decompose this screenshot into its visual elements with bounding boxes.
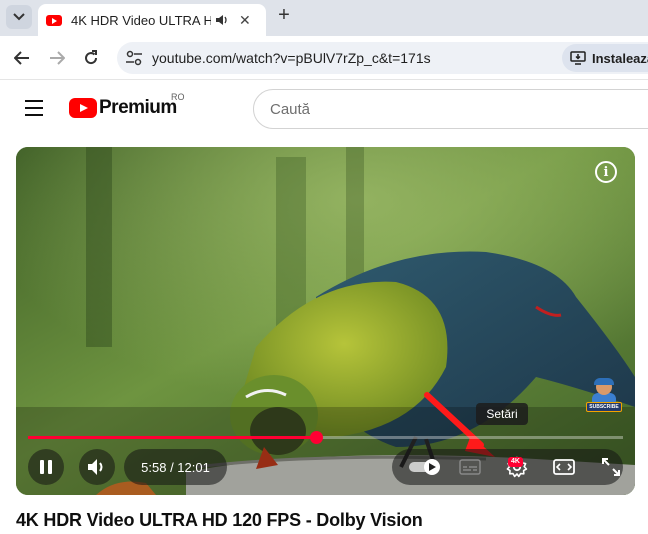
youtube-favicon-icon: [46, 14, 62, 26]
search-placeholder: Caută: [270, 101, 311, 118]
country-code: RO: [171, 92, 185, 102]
pause-button[interactable]: [28, 449, 64, 485]
pause-icon: [40, 460, 52, 474]
close-icon[interactable]: ✕: [239, 12, 251, 29]
autoplay-toggle[interactable]: [408, 455, 442, 479]
arrow-right-icon: [50, 51, 65, 65]
quality-badge: 4K: [508, 457, 523, 467]
browser-tab-strip: 4K HDR Video ULTRA HD 120 FPS - Dolby Vi…: [0, 0, 648, 36]
info-icon: i: [603, 164, 609, 180]
video-frame: [16, 147, 635, 495]
speaker-icon[interactable]: [215, 14, 229, 26]
tab-search-button[interactable]: [6, 5, 32, 29]
arrow-left-icon: [14, 51, 29, 65]
install-app-button[interactable]: Instalează: [562, 44, 648, 72]
tab-title: 4K HDR Video ULTRA HD 120 FPS - Dolby Vi…: [71, 12, 211, 28]
new-tab-button[interactable]: +: [274, 5, 294, 26]
subtitles-button[interactable]: [458, 455, 482, 479]
browser-toolbar: youtube.com/watch?v=pBUlV7rZp_c&t=171s: [0, 36, 648, 80]
theater-mode-icon: [553, 459, 575, 475]
progress-played: [28, 436, 316, 439]
fullscreen-icon: [602, 458, 620, 476]
time-text: 5:58 / 12:01: [141, 459, 210, 475]
install-icon: [570, 51, 586, 65]
watermark-cap: [594, 378, 614, 385]
volume-button[interactable]: [79, 449, 115, 485]
video-title: 4K HDR Video ULTRA HD 120 FPS - Dolby Vi…: [16, 510, 423, 530]
info-button[interactable]: i: [595, 161, 617, 183]
player-right-controls: [392, 449, 623, 485]
theater-mode-button[interactable]: [552, 455, 576, 479]
volume-icon: [88, 459, 103, 475]
browser-tab-active[interactable]: 4K HDR Video ULTRA HD 120 FPS - Dolby Vi…: [38, 4, 266, 36]
fullscreen-button[interactable]: [599, 455, 623, 479]
address-url[interactable]: youtube.com/watch?v=pBUlV7rZp_c&t=171s: [152, 50, 431, 66]
youtube-header: Premium RO Caută: [0, 80, 648, 140]
install-label: Instalează: [592, 50, 648, 66]
forward-button[interactable]: [47, 48, 67, 68]
hamburger-icon[interactable]: [25, 100, 45, 116]
back-button[interactable]: [12, 48, 32, 68]
tune-icon[interactable]: [125, 50, 143, 66]
subscribe-watermark[interactable]: SUBSCRIBE: [586, 378, 622, 415]
youtube-premium-logo[interactable]: Premium: [69, 96, 177, 120]
reload-button[interactable]: [81, 48, 101, 68]
scrubber-handle[interactable]: [309, 431, 323, 444]
youtube-logo-icon: [69, 98, 97, 118]
watermark-text: SUBSCRIBE: [586, 402, 622, 412]
video-player[interactable]: i SUBSCRIBE Setări 5:58 / 12:01 4K: [16, 147, 635, 495]
reload-icon: [85, 50, 98, 65]
time-display: 5:58 / 12:01: [124, 449, 227, 485]
logo-text: Premium: [99, 97, 177, 118]
search-input[interactable]: Caută: [253, 89, 648, 129]
chevron-down-icon: [13, 13, 25, 21]
autoplay-toggle-icon: [409, 459, 440, 475]
subtitles-icon: [459, 459, 481, 475]
progress-bar[interactable]: [28, 431, 623, 444]
